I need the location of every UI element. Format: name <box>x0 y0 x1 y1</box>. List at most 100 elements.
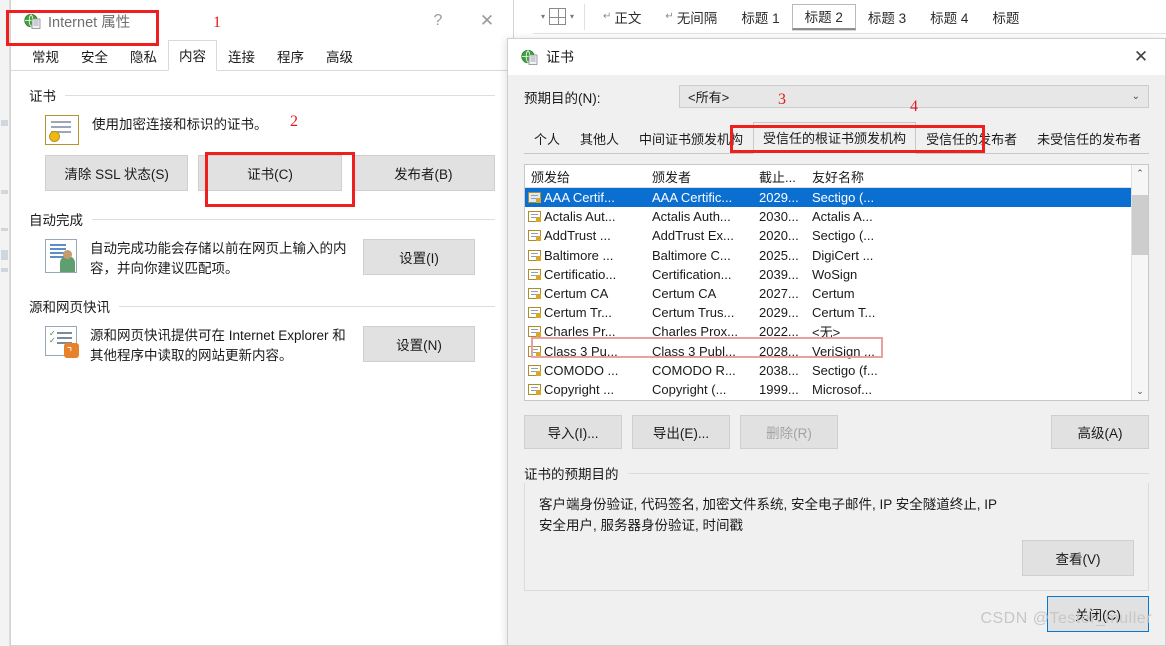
column-header-issued-by[interactable]: 颁发者 <box>646 167 753 186</box>
cell-friendly-name: <无> <box>812 325 841 341</box>
annotation-number-1: 1 <box>213 14 221 31</box>
chevron-down-icon-2: ▾ <box>570 11 575 21</box>
autocomplete-icon <box>45 239 77 273</box>
table-gallery-button[interactable]: ▾ ▾ <box>533 0 582 34</box>
cell-issued-to: AAA Certif... <box>544 190 615 206</box>
certificate-icon <box>528 364 541 376</box>
remove-button: 删除(R) <box>740 415 838 449</box>
autocomplete-description: 自动完成功能会存储以前在网页上输入的内容，并向你建议匹配项。 <box>90 241 347 276</box>
feeds-settings-button[interactable]: 设置(N) <box>363 326 475 363</box>
table-row[interactable]: AddTrust ... AddTrust Ex... 2020... Sect… <box>525 226 1131 245</box>
internet-properties-body: 证书 使用加密连接和标识的证书。 清除 SSL 状态(S) 证书(C) 发布者(… <box>11 71 513 365</box>
autocomplete-group: 自动完成 自动完成功能会存储以前在网页上输入的内容，并向你建议匹配项。 设置(I… <box>29 209 495 278</box>
group-divider <box>65 94 495 96</box>
view-button[interactable]: 查看(V) <box>1022 540 1134 576</box>
table-row[interactable]: AAA Certif... AAA Certific... 2029... Se… <box>525 188 1131 208</box>
certificates-dialog-body: 预期目的(N): <所有> ⌄ 个人 其他人 中间证书颁发机构 受信任的根证书颁… <box>508 75 1165 591</box>
column-header-expiration[interactable]: 截止... <box>753 167 806 186</box>
tab-privacy[interactable]: 隐私 <box>119 41 168 71</box>
table-row[interactable]: Copyright ... Copyright (... 1999... Mic… <box>525 380 1131 399</box>
tab-untrusted-publishers[interactable]: 未受信任的发布者 <box>1027 123 1151 154</box>
style-item-heading-3[interactable]: 标题 3 <box>856 4 918 30</box>
table-row-charles-proxy[interactable]: Charles Pr... Charles Prox... 2022... <无… <box>525 322 1131 341</box>
cell-issued-to: COMODO ... <box>544 362 619 378</box>
table-row[interactable]: COMODO ... COMODO R... 2038... Sectigo (… <box>525 361 1131 380</box>
style-item-heading-1[interactable]: 标题 1 <box>729 4 791 30</box>
cell-issued-by: Certification... <box>652 266 732 282</box>
certificate-actions-row: 导入(I)... 导出(E)... 删除(R) 高级(A) <box>524 415 1149 449</box>
scroll-down-icon[interactable]: ⌄ <box>1136 383 1144 400</box>
tab-personal[interactable]: 个人 <box>524 123 570 154</box>
style-label: 正文 <box>614 10 642 26</box>
certificate-icon <box>45 115 79 145</box>
table-row[interactable]: Class 3 Pu... Class 3 Publ... 2028... Ve… <box>525 342 1131 361</box>
advanced-button[interactable]: 高级(A) <box>1051 415 1149 449</box>
style-item-heading[interactable]: 标题 <box>980 4 1031 30</box>
scroll-up-icon[interactable]: ⌃ <box>1136 165 1144 182</box>
tab-programs[interactable]: 程序 <box>266 41 315 71</box>
style-item-heading-4[interactable]: 标题 4 <box>918 4 980 30</box>
certificates-group-row: 使用加密连接和标识的证书。 <box>29 115 495 145</box>
certificates-button[interactable]: 证书(C) <box>198 155 342 191</box>
cell-issued-by: Actalis Auth... <box>652 209 731 225</box>
close-icon[interactable]: ✕ <box>474 10 500 32</box>
tab-connections[interactable]: 连接 <box>217 41 266 71</box>
annotation-number-2: 2 <box>290 113 298 130</box>
column-header-issued-to[interactable]: 颁发给 <box>525 167 646 186</box>
style-label: 标题 3 <box>867 10 907 26</box>
cell-issued-to: AddTrust ... <box>544 228 611 244</box>
certificates-close-icon[interactable]: ✕ <box>1127 46 1155 68</box>
import-button[interactable]: 导入(I)... <box>524 415 622 449</box>
cell-issued-by: Certum Trus... <box>652 305 735 321</box>
certificates-button-row: 清除 SSL 状态(S) 证书(C) 发布者(B) <box>29 155 495 191</box>
column-header-friendly-name[interactable]: 友好名称 <box>806 167 926 186</box>
table-row[interactable]: Actalis Aut... Actalis Auth... 2030... A… <box>525 207 1131 226</box>
cell-expiration: 2025... <box>759 247 799 263</box>
table-row[interactable]: Baltimore ... Baltimore C... 2025... Dig… <box>525 246 1131 265</box>
watermark: CSDN @Tester_muller <box>980 610 1152 627</box>
tab-security[interactable]: 安全 <box>70 41 119 71</box>
cell-issued-to: Certum Tr... <box>544 305 612 321</box>
tab-general[interactable]: 常规 <box>21 41 70 71</box>
style-item-wujiange[interactable]: ↵ 无间隔 <box>653 4 729 30</box>
table-row[interactable]: Certum Tr... Certum Trus... 2029... Cert… <box>525 303 1131 322</box>
style-item-heading-2[interactable]: 标题 2 <box>791 3 856 30</box>
table-row[interactable]: Certificatio... Certification... 2039...… <box>525 265 1131 284</box>
table-row[interactable]: Certum CA Certum CA 2027... Certum <box>525 284 1131 303</box>
cell-friendly-name: Sectigo (... <box>812 228 875 244</box>
tab-content[interactable]: 内容 <box>168 40 217 71</box>
publishers-button[interactable]: 发布者(B) <box>351 155 495 191</box>
certificate-icon <box>528 211 541 223</box>
scrollbar-track[interactable] <box>1132 182 1148 383</box>
certificate-list-scrollbar[interactable]: ⌃ ⌄ <box>1131 165 1148 400</box>
tab-intermediate-ca[interactable]: 中间证书颁发机构 <box>629 123 753 154</box>
scrollbar-thumb[interactable] <box>1132 195 1148 255</box>
cell-friendly-name: Sectigo (f... <box>812 362 878 378</box>
tab-advanced[interactable]: 高级 <box>315 41 364 71</box>
cell-issued-to: Class 3 Pu... <box>544 343 618 359</box>
help-icon[interactable]: ? <box>425 10 451 32</box>
certificate-list[interactable]: 颁发给 颁发者 截止... 友好名称 AAA Certif... AAA Cer… <box>524 164 1149 401</box>
cell-friendly-name: Microsof... <box>812 381 872 397</box>
cell-issued-to: Certum CA <box>544 286 609 302</box>
cell-expiration: 2039... <box>759 266 799 282</box>
tab-other-people[interactable]: 其他人 <box>570 123 629 154</box>
certificate-icon <box>528 230 541 242</box>
export-button[interactable]: 导出(E)... <box>632 415 730 449</box>
style-label: 无间隔 <box>676 10 718 26</box>
tab-trusted-publishers[interactable]: 受信任的发布者 <box>916 123 1027 154</box>
tab-trusted-root-ca[interactable]: 受信任的根证书颁发机构 <box>753 122 917 154</box>
cell-friendly-name: DigiCert ... <box>812 247 874 263</box>
clear-ssl-state-button[interactable]: 清除 SSL 状态(S) <box>45 155 189 191</box>
group-divider <box>627 472 1149 474</box>
certificate-store-tabs: 个人 其他人 中间证书颁发机构 受信任的根证书颁发机构 受信任的发布者 未受信任… <box>524 121 1149 154</box>
pilcrow-icon: ↵ <box>603 11 612 22</box>
cell-issued-to: Actalis Aut... <box>544 209 616 225</box>
autocomplete-settings-button[interactable]: 设置(I) <box>363 239 475 275</box>
style-item-zhengwen[interactable]: ↵ 正文 <box>591 4 653 30</box>
group-divider <box>119 305 495 307</box>
feeds-group-header: 源和网页快讯 <box>29 296 495 316</box>
purposes-text: 客户端身份验证, 代码签名, 加密文件系统, 安全电子邮件, IP 安全隧道终止… <box>539 497 997 533</box>
cell-issued-to: Baltimore ... <box>544 247 614 263</box>
certificate-icon <box>528 288 541 300</box>
